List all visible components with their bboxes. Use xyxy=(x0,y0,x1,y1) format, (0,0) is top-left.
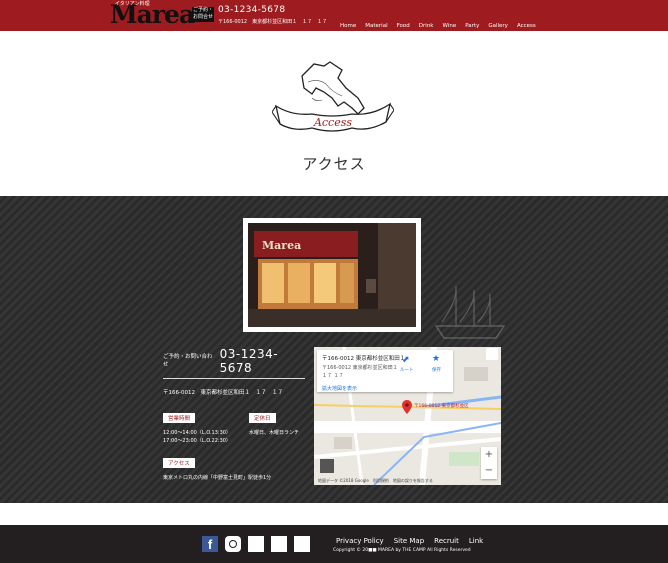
footer-link-privacy[interactable]: Privacy Policy xyxy=(336,537,384,545)
footer-link-link[interactable]: Link xyxy=(469,537,483,545)
map-footer-text: 地図データ ©2018 Google 利用規約 地図の誤りを報告する xyxy=(318,478,433,483)
footer-link-sitemap[interactable]: Site Map xyxy=(394,537,424,545)
phone-label: ご予約・お問い合わせ xyxy=(163,354,213,368)
main-nav: Home Material Food Drink Wine Party Gall… xyxy=(340,23,536,29)
italy-map-emblem-icon: Access xyxy=(272,61,394,132)
copyright: Copyright © 20■■ MAREA by THE CAMP All R… xyxy=(333,548,471,553)
header-phone[interactable]: 03-1234-5678 xyxy=(218,5,285,15)
nav-material[interactable]: Material xyxy=(365,23,387,29)
nav-food[interactable]: Food xyxy=(397,23,410,29)
nav-gallery[interactable]: Gallery xyxy=(488,23,508,29)
zoom-out-button[interactable]: − xyxy=(481,463,497,479)
save-label[interactable]: 保存 xyxy=(432,367,441,373)
social-links: f xyxy=(202,536,310,552)
hero-script-label: Access xyxy=(313,116,352,129)
info-address: 〒166-0012 東京都杉並区和田１ １７ １７ xyxy=(163,390,283,396)
social-link-4-icon[interactable] xyxy=(271,536,287,552)
footer-spacer xyxy=(0,503,668,525)
header-address: 〒166-0012 東京都杉並区和田１ １７ １７ xyxy=(218,19,328,25)
access-badge: アクセス xyxy=(163,458,195,468)
map-card-title: 〒166-0012 東京都杉並区和田１ xyxy=(322,356,406,362)
hours-line-2: 17:00〜23:00（L.O.22:30） xyxy=(163,438,231,444)
map-place-card: 〒166-0012 東京都杉並区和田１ 〒166-0012 東京都杉並区和田１ … xyxy=(317,350,453,392)
info-phone[interactable]: 03-1234-5678 xyxy=(220,347,305,375)
map-pin-label: 〒166-0012 東京都杉並区 xyxy=(414,404,469,409)
google-map[interactable]: 〒166-0012 東京都杉並区 〒166-0012 東京都杉並区和田１ 〒16… xyxy=(314,347,501,485)
directions-icon[interactable]: ⬈ xyxy=(402,355,410,365)
reservation-ribbon: ご予約・お問合せ xyxy=(192,7,214,22)
footer-links: Privacy Policy Site Map Recruit Link xyxy=(336,537,483,545)
map-card-subtitle: 〒166-0012 東京都杉並区和田１ xyxy=(322,365,398,371)
page-title: アクセス xyxy=(302,155,366,173)
holiday-text: 水曜日、木曜日ランチ xyxy=(249,430,300,436)
access-text: 東京メトロ丸の内線「中野富士見町」駅徒歩1分 xyxy=(163,475,272,481)
social-link-5-icon[interactable] xyxy=(294,536,310,552)
social-link-3-icon[interactable] xyxy=(248,536,264,552)
hours-line-1: 12:00〜14:00（L.O.13:30） xyxy=(163,430,231,436)
storefront-image: Marea xyxy=(248,223,416,327)
map-card-subtitle-2: １７ １７ xyxy=(322,373,344,379)
holiday-badge: 定休日 xyxy=(249,413,276,423)
site-header: Marea イタリアン料理 ご予約・お問合せ 03-1234-5678 〒166… xyxy=(0,0,668,31)
footer-link-recruit[interactable]: Recruit xyxy=(434,537,459,545)
nav-drink[interactable]: Drink xyxy=(419,23,434,29)
larger-map-link[interactable]: 拡大地図を表示 xyxy=(322,385,357,392)
ship-watermark-icon xyxy=(434,286,506,339)
instagram-icon[interactable] xyxy=(225,536,241,552)
site-footer xyxy=(0,525,668,563)
nav-access[interactable]: Access xyxy=(517,23,536,29)
location-pin-icon[interactable] xyxy=(402,400,412,414)
fullscreen-icon[interactable] xyxy=(486,348,498,360)
zoom-in-button[interactable]: + xyxy=(481,447,497,463)
phone-row: ご予約・お問い合わせ 03-1234-5678 xyxy=(163,347,305,379)
access-info: ご予約・お問い合わせ 03-1234-5678 〒166-0012 東京都杉並区… xyxy=(163,347,305,482)
nav-wine[interactable]: Wine xyxy=(443,23,457,29)
storefront-sign: Marea xyxy=(262,239,301,252)
hours-badge: 営業時間 xyxy=(163,413,196,423)
nav-home[interactable]: Home xyxy=(340,23,356,29)
save-star-icon[interactable]: ★ xyxy=(432,354,440,364)
logo-tagline: イタリアン料理 xyxy=(115,1,150,7)
nav-party[interactable]: Party xyxy=(465,23,479,29)
restaurant-photo: Marea xyxy=(248,223,416,327)
directions-label[interactable]: ルート xyxy=(400,367,414,373)
zoom-control: + − xyxy=(481,447,497,479)
facebook-icon[interactable]: f xyxy=(202,536,218,552)
